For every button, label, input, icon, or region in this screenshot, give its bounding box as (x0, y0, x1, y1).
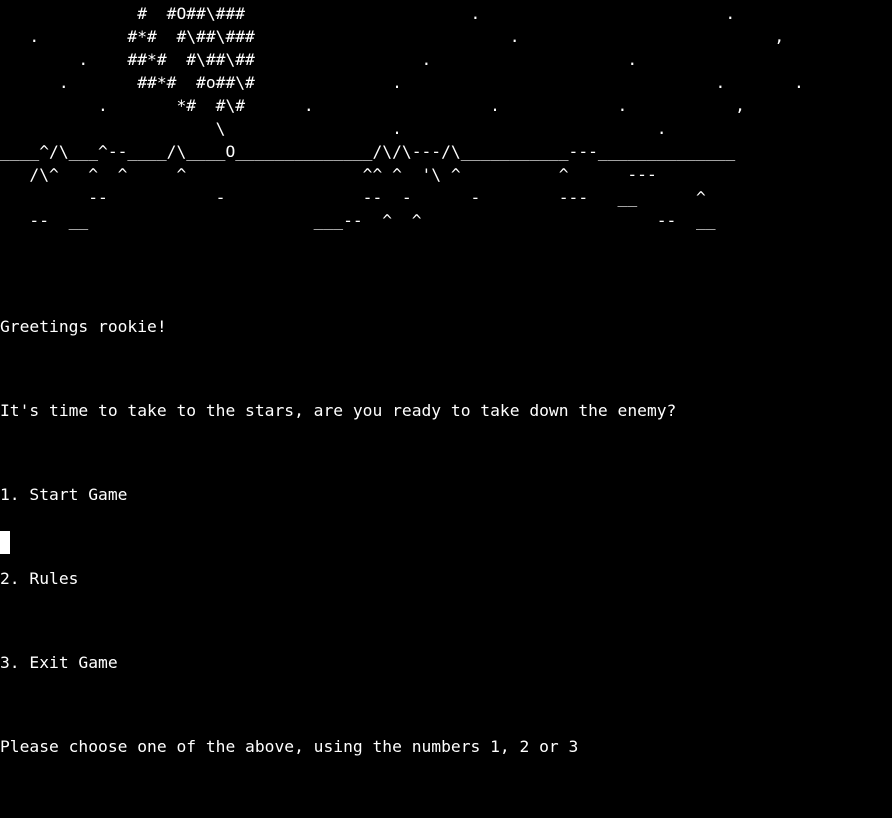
terminal-cursor[interactable] (0, 531, 10, 554)
greeting-text: Greetings rookie! (0, 317, 167, 336)
menu-option-rules: 2. Rules (0, 569, 79, 588)
ascii-art-line-6: \ . . (0, 119, 667, 138)
main-menu: Greetings rookie! It's time to take to t… (0, 276, 676, 818)
input-prompt: Please choose one of the above, using th… (0, 737, 579, 756)
ascii-art-line-4: . ##*# #o##\# . . . (0, 73, 804, 92)
ascii-art-line-2: . #*# #\##\### . , (0, 27, 785, 46)
ascii-art-line-7: ____^/\___^--____/\____O______________/\… (0, 142, 736, 161)
ascii-art-line-1: # #O##\### . . (0, 4, 736, 23)
intro-text: It's time to take to the stars, are you … (0, 401, 677, 420)
menu-option-start-game: 1. Start Game (0, 485, 128, 504)
ascii-art-line-9: -- - -- - - --- __ ^ (0, 188, 706, 207)
terminal-window[interactable]: # #O##\### . . . #*# #\##\### . , . ##*#… (0, 0, 892, 756)
ascii-art-line-8: /\^ ^ ^ ^ ^^ ^ '\ ^ ^ --- (0, 165, 657, 184)
menu-option-exit-game: 3. Exit Game (0, 653, 118, 672)
ascii-art-line-5: . *# #\# . . . , (0, 96, 745, 115)
ascii-art-line-10: -- __ ___-- ^ ^ -- __ (0, 211, 716, 230)
ascii-art-line-3: . ##*# #\##\## . . (0, 50, 638, 69)
